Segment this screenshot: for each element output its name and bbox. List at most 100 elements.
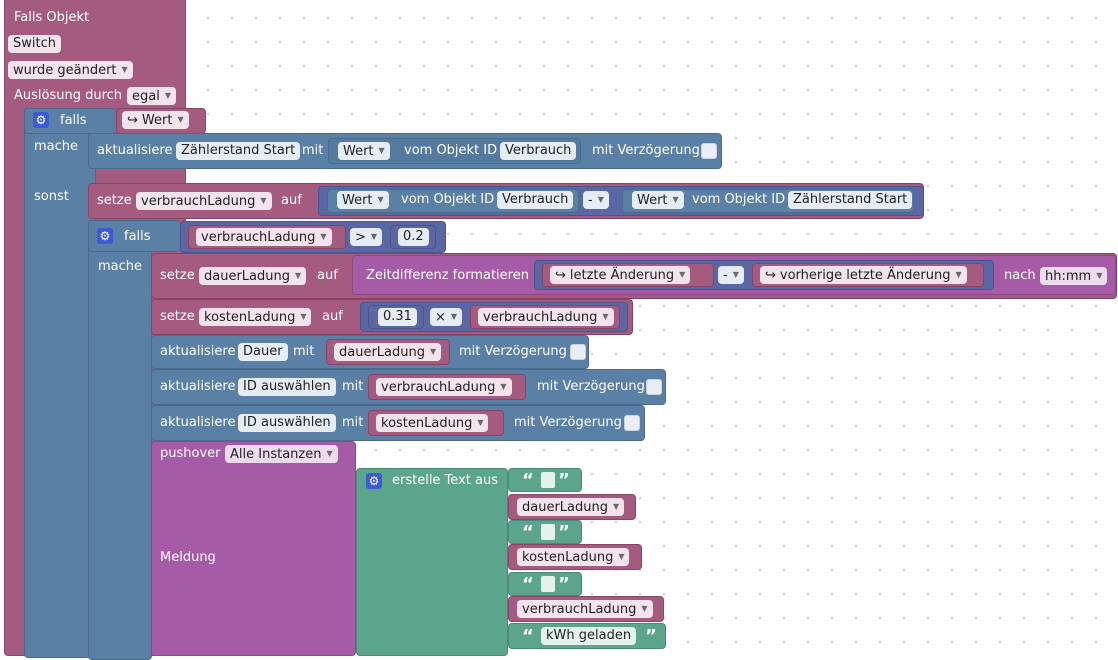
open-quote-icon: “ (522, 470, 534, 491)
dropdown-arrow-icon: ▼ (618, 552, 625, 561)
if1-sonst-label: sonst (34, 189, 69, 204)
event-trigger-dropdown[interactable]: egal ▼ (127, 87, 176, 105)
open-quote-icon: “ (522, 522, 534, 543)
gear-icon[interactable]: ⚙ (97, 228, 113, 244)
text-join-block[interactable] (356, 468, 508, 656)
update1-object-id-field[interactable]: Verbrauch (500, 142, 577, 160)
update3-delay-checkbox[interactable] (646, 379, 662, 395)
text-item-empty-field-1[interactable] (541, 472, 555, 488)
update2-delay-checkbox[interactable] (570, 344, 586, 360)
dropdown-arrow-icon: ▼ (672, 195, 679, 204)
set2-setze-label: setze (160, 268, 195, 283)
set2-auf-label: auf (317, 268, 338, 283)
pushover-label: pushover (160, 446, 221, 461)
dropdown-arrow-icon: ▼ (613, 502, 620, 511)
set2-nach-label: nach (1004, 268, 1036, 283)
dropdown-arrow-icon: ▼ (326, 449, 333, 458)
update3-value-dropdown[interactable]: verbrauchLadung ▼ (376, 378, 512, 396)
dropdown-arrow-icon: ▼ (500, 382, 507, 391)
dropdown-arrow-icon: ▼ (377, 195, 384, 204)
update3-target-field[interactable]: ID auswählen (238, 378, 336, 396)
set1-left-vom-label: vom Objekt ID (401, 192, 495, 207)
dropdown-arrow-icon: ▼ (732, 270, 739, 279)
dropdown-arrow-icon: ▼ (602, 312, 609, 321)
return-arrow-icon: ↪ (555, 268, 566, 283)
event-condition-dropdown[interactable]: wurde geändert ▼ (8, 61, 133, 79)
set3-operand-dropdown[interactable]: verbrauchLadung ▼ (478, 308, 614, 326)
update4-target-field[interactable]: ID auswählen (238, 414, 336, 432)
update4-label: aktualisiere (160, 415, 236, 430)
update4-mit-label: mit (342, 415, 364, 430)
gear-icon[interactable]: ⚙ (33, 112, 49, 128)
update2-target-field[interactable]: Dauer (238, 343, 288, 361)
text-item-var-verbrauch-dropdown[interactable]: verbrauchLadung ▼ (517, 600, 653, 618)
dropdown-arrow-icon: ▼ (641, 604, 648, 613)
set1-right-id-field[interactable]: Zählerstand Start (788, 191, 913, 209)
set2-operator-dropdown[interactable]: - ▼ (718, 266, 744, 284)
text-item-empty-field-2[interactable] (541, 524, 555, 540)
dropdown-arrow-icon: ▼ (260, 196, 267, 205)
set1-left-field-dropdown[interactable]: Wert ▼ (337, 191, 389, 209)
dropdown-arrow-icon: ▼ (679, 270, 686, 279)
set2-b-dropdown[interactable]: ↪ vorherige letzte Änderung ▼ (760, 266, 967, 284)
set1-left-id-field[interactable]: Verbrauch (497, 191, 574, 209)
update4-delay-label: mit Verzögerung (514, 415, 622, 430)
dropdown-arrow-icon: ▼ (300, 312, 307, 321)
dropdown-arrow-icon: ▼ (1096, 271, 1103, 280)
set1-operator-dropdown[interactable]: - ▼ (583, 191, 609, 209)
text-item-var-dauer-dropdown[interactable]: dauerLadung ▼ (517, 498, 625, 516)
set1-right-field-dropdown[interactable]: Wert ▼ (632, 191, 684, 209)
set3-variable-dropdown[interactable]: kostenLadung ▼ (199, 308, 312, 326)
update4-value-dropdown[interactable]: kostenLadung ▼ (376, 414, 489, 432)
open-quote-icon: “ (522, 574, 534, 595)
text-item-var-kosten-dropdown[interactable]: kostenLadung ▼ (517, 548, 630, 566)
if2-operator-dropdown[interactable]: > ▼ (350, 228, 383, 246)
text-item-kwh-field[interactable]: kWh geladen (541, 627, 637, 645)
update1-value-dropdown[interactable]: Wert ▼ (338, 142, 390, 160)
dropdown-arrow-icon: ▼ (955, 270, 962, 279)
update3-delay-label: mit Verzögerung (537, 379, 645, 394)
set1-right-vom-label: vom Objekt ID (692, 192, 786, 207)
pushover-instance-dropdown[interactable]: Alle Instanzen ▼ (225, 445, 338, 463)
update1-vom-label: vom Objekt ID (404, 143, 498, 158)
event-object-field[interactable]: Switch (8, 35, 61, 53)
gear-icon[interactable]: ⚙ (366, 473, 382, 489)
close-quote-icon: ” (645, 626, 657, 647)
update2-delay-label: mit Verzögerung (459, 344, 567, 359)
if-block-inner[interactable] (88, 220, 152, 660)
update1-target-field[interactable]: Zählerstand Start (176, 142, 301, 160)
pushover-message-label: Meldung (160, 550, 216, 565)
return-arrow-icon: ↪ (765, 268, 776, 283)
set2-a-dropdown[interactable]: ↪ letzte Änderung ▼ (550, 266, 691, 284)
pushover-block[interactable] (151, 441, 356, 656)
update1-delay-checkbox[interactable] (701, 143, 717, 159)
update1-delay-label: mit Verzögerung (592, 143, 700, 158)
update1-mit-label: mit (302, 143, 324, 158)
close-quote-icon: ” (558, 470, 570, 491)
set1-auf-label: auf (281, 193, 302, 208)
dropdown-arrow-icon: ▼ (370, 232, 378, 241)
set2-format-dropdown[interactable]: hh:mm ▼ (1040, 267, 1108, 285)
if2-falls-label: falls (124, 229, 151, 244)
if2-cond-var-dropdown[interactable]: verbrauchLadung ▼ (196, 228, 332, 246)
update2-value-dropdown[interactable]: dauerLadung ▼ (334, 343, 442, 361)
text-item-empty-field-3[interactable] (541, 576, 555, 592)
dropdown-arrow-icon: ▼ (295, 271, 302, 280)
update4-delay-checkbox[interactable] (624, 415, 640, 431)
if1-condition-dropdown[interactable]: ↪ Wert ▼ (122, 111, 189, 129)
dropdown-arrow-icon: ▼ (430, 347, 437, 356)
set1-variable-dropdown[interactable]: verbrauchLadung ▼ (136, 192, 272, 210)
if1-falls-label: falls (60, 113, 87, 128)
set3-factor-field[interactable]: 0.31 (378, 308, 417, 326)
set2-variable-dropdown[interactable]: dauerLadung ▼ (199, 267, 307, 285)
set3-operator-dropdown[interactable]: × ▼ (430, 308, 463, 326)
set1-setze-label: setze (97, 193, 132, 208)
if2-threshold-field[interactable]: 0.2 (398, 228, 429, 246)
event-trigger-label: Auslösung durch (14, 88, 123, 103)
dropdown-arrow-icon: ▼ (450, 312, 458, 321)
close-quote-icon: ” (558, 522, 570, 543)
set3-auf-label: auf (322, 309, 343, 324)
dropdown-arrow-icon: ▼ (164, 91, 171, 100)
dropdown-arrow-icon: ▼ (597, 195, 604, 204)
event-title: Falls Objekt (14, 10, 90, 25)
